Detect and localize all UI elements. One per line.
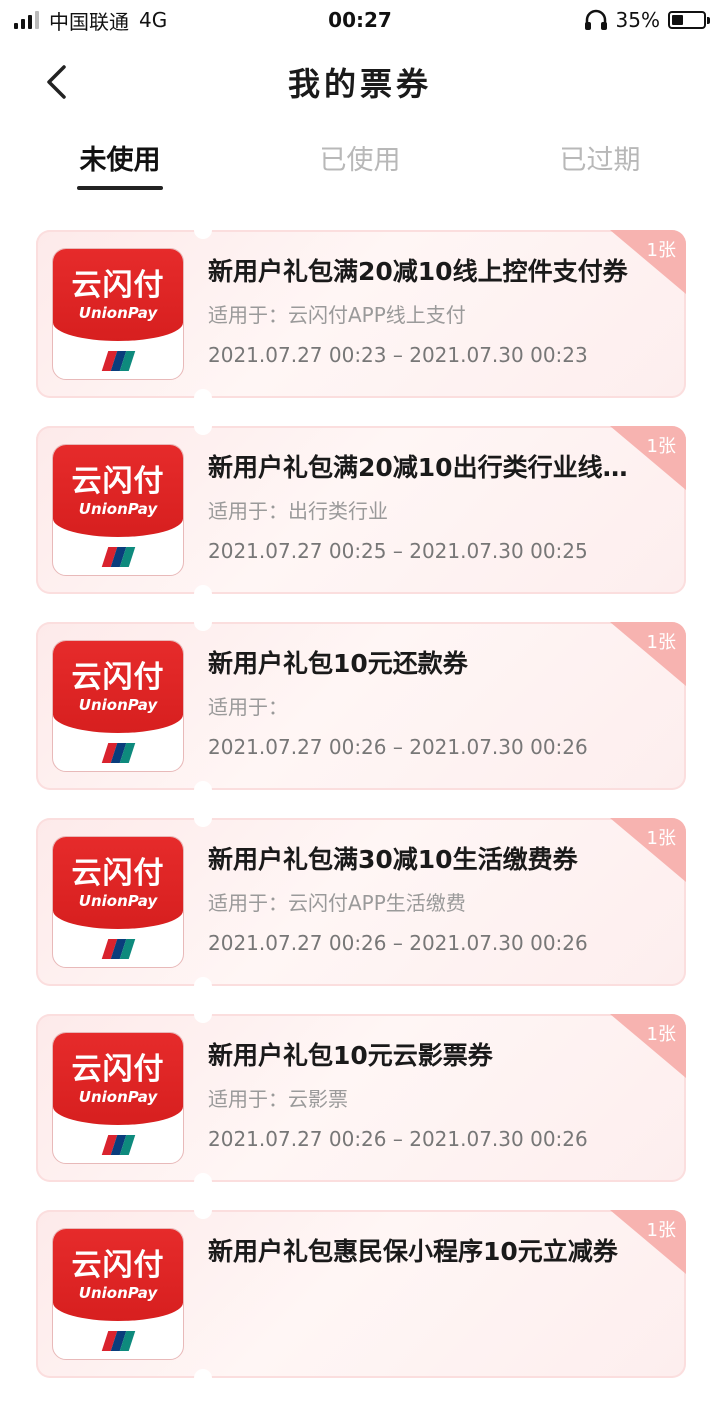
unionpay-logo: 云闪付 UnionPay xyxy=(52,836,184,968)
coupon-title: 新用户礼包满20减10线上控件支付券 xyxy=(208,257,628,286)
coupon-list: 云闪付 UnionPay 新用户礼包满20减10线上控件支付券 适用于：云闪付A… xyxy=(36,230,686,1406)
coupon-card[interactable]: 云闪付 UnionPay 新用户礼包满20减10出行类行业线… 适用于：出行类行… xyxy=(36,426,686,594)
quantity-badge: 1张 xyxy=(610,622,686,686)
quantity-text: 1张 xyxy=(646,632,676,653)
coupon-title: 新用户礼包满20减10出行类行业线… xyxy=(208,453,628,482)
logo-text-cn: 云闪付 xyxy=(71,856,165,891)
unionpay-mark-icon xyxy=(101,1135,135,1155)
tab-unused[interactable]: 未使用 xyxy=(0,128,240,192)
logo-text-cn: 云闪付 xyxy=(71,464,165,499)
logo-text-en: UnionPay xyxy=(78,304,158,322)
tab-used[interactable]: 已使用 xyxy=(240,128,480,192)
page-title: 我的票券 xyxy=(287,65,432,103)
coupon-scope: 适用于：云影票 xyxy=(208,1087,348,1111)
logo-text-en: UnionPay xyxy=(78,1284,158,1302)
unionpay-mark-icon xyxy=(101,743,135,763)
logo-text-cn: 云闪付 xyxy=(71,1052,165,1087)
quantity-text: 1张 xyxy=(646,1024,676,1045)
tab-label: 已使用 xyxy=(319,145,401,176)
coupon-validity: 2021.07.27 00:26 – 2021.07.30 00:26 xyxy=(208,931,588,955)
back-arrow-icon xyxy=(47,65,66,99)
coupon-validity: 2021.07.27 00:23 – 2021.07.30 00:23 xyxy=(208,343,588,367)
coupon-card[interactable]: 云闪付 UnionPay 新用户礼包10元云影票券 适用于：云影票 2021.0… xyxy=(36,1014,686,1182)
coupon-title: 新用户礼包10元还款券 xyxy=(208,649,468,678)
coupon-card[interactable]: 云闪付 UnionPay 新用户礼包10元还款券 适用于： 2021.07.27… xyxy=(36,622,686,790)
logo-text-cn: 云闪付 xyxy=(71,268,165,303)
carrier: 中国联通 xyxy=(49,9,129,34)
quantity-badge: 1张 xyxy=(610,1210,686,1274)
unionpay-logo: 云闪付 UnionPay xyxy=(52,1032,184,1164)
coupon-title: 新用户礼包10元云影票券 xyxy=(208,1041,493,1070)
tab-bar: 未使用 已使用 已过期 xyxy=(0,128,720,192)
back-button[interactable] xyxy=(36,60,76,104)
logo-text-en: UnionPay xyxy=(78,1088,158,1106)
coupon-validity: 2021.07.27 00:26 – 2021.07.30 00:26 xyxy=(208,735,588,759)
battery-percent: 35% xyxy=(615,8,660,32)
unionpay-logo: 云闪付 UnionPay xyxy=(52,1228,184,1360)
coupon-scope: 适用于： xyxy=(208,695,288,719)
quantity-badge: 1张 xyxy=(610,1014,686,1078)
tab-underline xyxy=(77,186,163,190)
status-bar: 中国联通 4G 00:27 35% xyxy=(0,0,720,40)
coupon-title: 新用户礼包满30减10生活缴费券 xyxy=(208,845,578,874)
unionpay-mark-icon xyxy=(101,547,135,567)
logo-text-cn: 云闪付 xyxy=(71,1248,165,1283)
coupon-scope: 适用于：云闪付APP生活缴费 xyxy=(208,891,466,915)
unionpay-logo: 云闪付 UnionPay xyxy=(52,444,184,576)
quantity-badge: 1张 xyxy=(610,230,686,294)
quantity-badge: 1张 xyxy=(610,818,686,882)
quantity-text: 1张 xyxy=(646,240,676,261)
quantity-text: 1张 xyxy=(646,1220,676,1241)
quantity-text: 1张 xyxy=(646,828,676,849)
quantity-text: 1张 xyxy=(646,436,676,457)
unionpay-mark-icon xyxy=(101,1331,135,1351)
coupon-card[interactable]: 云闪付 UnionPay 新用户礼包满30减10生活缴费券 适用于：云闪付APP… xyxy=(36,818,686,986)
logo-text-en: UnionPay xyxy=(78,892,158,910)
unionpay-mark-icon xyxy=(101,351,135,371)
coupon-validity: 2021.07.27 00:26 – 2021.07.30 00:26 xyxy=(208,1127,588,1151)
headphones-icon xyxy=(584,9,607,30)
nav-bar: 我的票券 xyxy=(0,40,720,124)
tab-label: 已过期 xyxy=(559,145,641,176)
coupon-card[interactable]: 云闪付 UnionPay 新用户礼包惠民保小程序10元立减券 1张 xyxy=(36,1210,686,1378)
unionpay-logo: 云闪付 UnionPay xyxy=(52,640,184,772)
unionpay-logo: 云闪付 UnionPay xyxy=(52,248,184,380)
unionpay-mark-icon xyxy=(101,939,135,959)
logo-text-cn: 云闪付 xyxy=(71,660,165,695)
quantity-badge: 1张 xyxy=(610,426,686,490)
tab-label: 未使用 xyxy=(79,145,161,176)
coupon-scope: 适用于：出行类行业 xyxy=(208,499,388,523)
coupon-card[interactable]: 云闪付 UnionPay 新用户礼包满20减10线上控件支付券 适用于：云闪付A… xyxy=(36,230,686,398)
logo-text-en: UnionPay xyxy=(78,500,158,518)
signal-icon xyxy=(14,11,39,29)
battery-icon xyxy=(668,11,710,29)
coupon-scope: 适用于：云闪付APP线上支付 xyxy=(208,303,466,327)
tab-expired[interactable]: 已过期 xyxy=(480,128,720,192)
logo-text-en: UnionPay xyxy=(78,696,158,714)
coupon-validity: 2021.07.27 00:25 – 2021.07.30 00:25 xyxy=(208,539,588,563)
network-type: 4G xyxy=(139,8,168,32)
coupon-title: 新用户礼包惠民保小程序10元立减券 xyxy=(208,1237,618,1266)
